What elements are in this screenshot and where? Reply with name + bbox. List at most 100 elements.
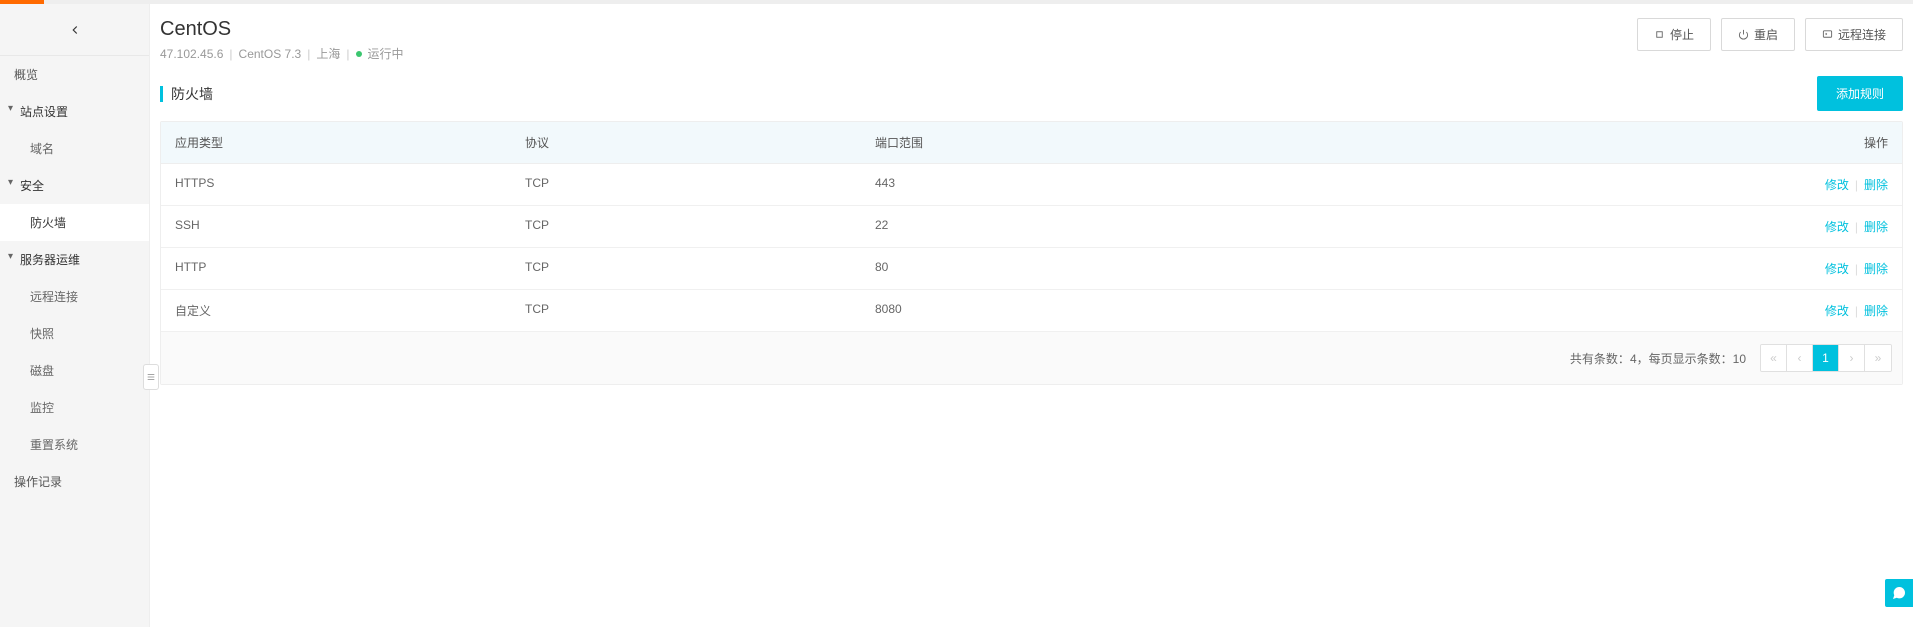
restart-button[interactable]: 重启	[1721, 18, 1795, 51]
action-separator: |	[1855, 178, 1858, 192]
cell-port-range: 80	[861, 248, 1772, 289]
summary-perpage: 10	[1733, 352, 1746, 366]
pager-prev-button[interactable]: ‹	[1787, 345, 1813, 371]
action-separator: |	[1855, 220, 1858, 234]
summary-prefix: 共有条数：	[1570, 352, 1630, 366]
meta-separator: |	[346, 47, 349, 61]
cell-action: 修改 | 删除	[1772, 206, 1902, 247]
edit-link[interactable]: 修改	[1825, 260, 1849, 277]
table-footer: 共有条数：4，每页显示条数：10 « ‹ 1 › »	[161, 331, 1902, 384]
action-separator: |	[1855, 304, 1858, 318]
summary-total: 4	[1630, 352, 1637, 366]
stop-button[interactable]: 停止	[1637, 18, 1711, 51]
chat-icon	[1891, 585, 1907, 601]
section-title-wrap: 防火墙	[160, 84, 213, 104]
back-button[interactable]	[0, 4, 149, 56]
sidebar-collapse-button[interactable]	[143, 364, 159, 390]
edit-link[interactable]: 修改	[1825, 218, 1849, 235]
table-header-protocol: 协议	[511, 122, 861, 163]
cell-action: 修改 | 删除	[1772, 248, 1902, 289]
sidebar-item-snapshot[interactable]: 快照	[0, 315, 149, 352]
collapse-icon	[146, 372, 156, 382]
cell-app-type: HTTP	[161, 248, 511, 289]
main-content: CentOS 47.102.45.6 | CentOS 7.3 | 上海 | 运…	[150, 4, 1913, 627]
sidebar: 概览 站点设置 域名 安全 防火墙 服务器运维 远程连接 快照 磁盘 监控 重置…	[0, 4, 150, 627]
cell-app-type: HTTPS	[161, 164, 511, 205]
power-icon	[1738, 29, 1749, 40]
restart-button-label: 重启	[1754, 26, 1778, 43]
table-body: HTTPSTCP443修改|删除SSHTCP22修改|删除HTTPTCP80修改…	[161, 164, 1902, 331]
pager-next-button[interactable]: ›	[1839, 345, 1865, 371]
add-rule-button[interactable]: 添加规则	[1817, 76, 1903, 111]
remote-connect-button-label: 远程连接	[1838, 26, 1886, 43]
stop-icon	[1654, 29, 1665, 40]
meta-separator: |	[307, 47, 310, 61]
summary-perpage-prefix: ，每页显示条数：	[1637, 352, 1733, 366]
remote-connect-button[interactable]: 远程连接	[1805, 18, 1903, 51]
meta-os: CentOS 7.3	[239, 47, 302, 61]
edit-link[interactable]: 修改	[1825, 176, 1849, 193]
meta-region: 上海	[316, 45, 340, 62]
cell-port-range: 8080	[861, 290, 1772, 331]
header-left: CentOS 47.102.45.6 | CentOS 7.3 | 上海 | 运…	[160, 18, 1637, 62]
table-row: HTTPSTCP443 修改 | 删除	[161, 164, 1902, 206]
meta-status: 运行中	[368, 45, 404, 62]
cell-port-range: 22	[861, 206, 1772, 247]
sidebar-item-disk[interactable]: 磁盘	[0, 352, 149, 389]
sidebar-group-security[interactable]: 安全	[0, 167, 149, 204]
cell-protocol: TCP	[511, 164, 861, 205]
table-row: SSHTCP22 修改 | 删除	[161, 206, 1902, 248]
cell-protocol: TCP	[511, 248, 861, 289]
table-header-row: 应用类型 协议 端口范围 操作	[161, 122, 1902, 164]
table-row: 自定义TCP8080 修改 | 删除	[161, 290, 1902, 331]
cell-app-type: 自定义	[161, 290, 511, 331]
pager: « ‹ 1 › »	[1760, 344, 1892, 372]
sidebar-item-monitor[interactable]: 监控	[0, 389, 149, 426]
cell-action: 修改 | 删除	[1772, 290, 1902, 331]
header-actions: 停止 重启 远程连接	[1637, 18, 1903, 51]
chevron-left-icon	[68, 23, 82, 37]
page-meta: 47.102.45.6 | CentOS 7.3 | 上海 | 运行中	[160, 45, 1637, 62]
pager-last-button[interactable]: »	[1865, 345, 1891, 371]
stop-button-label: 停止	[1670, 26, 1694, 43]
terminal-icon	[1822, 29, 1833, 40]
cell-protocol: TCP	[511, 290, 861, 331]
cell-protocol: TCP	[511, 206, 861, 247]
sidebar-item-reset-system[interactable]: 重置系统	[0, 426, 149, 463]
sidebar-item-domain[interactable]: 域名	[0, 130, 149, 167]
firewall-section: 防火墙 添加规则 应用类型 协议 端口范围 操作 HTTPSTCP443修改|删…	[160, 76, 1913, 385]
edit-link[interactable]: 修改	[1825, 302, 1849, 319]
table-header-port-range: 端口范围	[861, 122, 1772, 163]
table-row: HTTPTCP80 修改 | 删除	[161, 248, 1902, 290]
section-header: 防火墙 添加规则	[160, 76, 1903, 111]
page-title: CentOS	[160, 18, 1637, 41]
rules-table: 应用类型 协议 端口范围 操作 HTTPSTCP443修改|删除SSHTCP22…	[160, 121, 1903, 385]
meta-ip: 47.102.45.6	[160, 47, 223, 61]
sidebar-group-ops[interactable]: 服务器运维	[0, 241, 149, 278]
sidebar-group-site-settings[interactable]: 站点设置	[0, 93, 149, 130]
cell-port-range: 443	[861, 164, 1772, 205]
table-header-action: 操作	[1772, 122, 1902, 163]
cell-app-type: SSH	[161, 206, 511, 247]
delete-link[interactable]: 删除	[1864, 260, 1888, 277]
pager-page-1[interactable]: 1	[1813, 345, 1839, 371]
delete-link[interactable]: 删除	[1864, 176, 1888, 193]
help-float-button[interactable]	[1885, 579, 1913, 607]
pager-first-button[interactable]: «	[1761, 345, 1787, 371]
meta-separator: |	[229, 47, 232, 61]
sidebar-item-firewall[interactable]: 防火墙	[0, 204, 149, 241]
section-title: 防火墙	[171, 84, 213, 104]
topbar	[0, 0, 1913, 4]
pagination-summary: 共有条数：4，每页显示条数：10	[1570, 350, 1746, 367]
sidebar-item-remote[interactable]: 远程连接	[0, 278, 149, 315]
section-accent-bar	[160, 86, 163, 102]
cell-action: 修改 | 删除	[1772, 164, 1902, 205]
delete-link[interactable]: 删除	[1864, 302, 1888, 319]
status-dot-icon	[356, 51, 362, 57]
sidebar-item-oplog[interactable]: 操作记录	[0, 463, 149, 500]
sidebar-item-overview[interactable]: 概览	[0, 56, 149, 93]
table-header-app-type: 应用类型	[161, 122, 511, 163]
action-separator: |	[1855, 262, 1858, 276]
page-header: CentOS 47.102.45.6 | CentOS 7.3 | 上海 | 运…	[160, 18, 1913, 76]
delete-link[interactable]: 删除	[1864, 218, 1888, 235]
